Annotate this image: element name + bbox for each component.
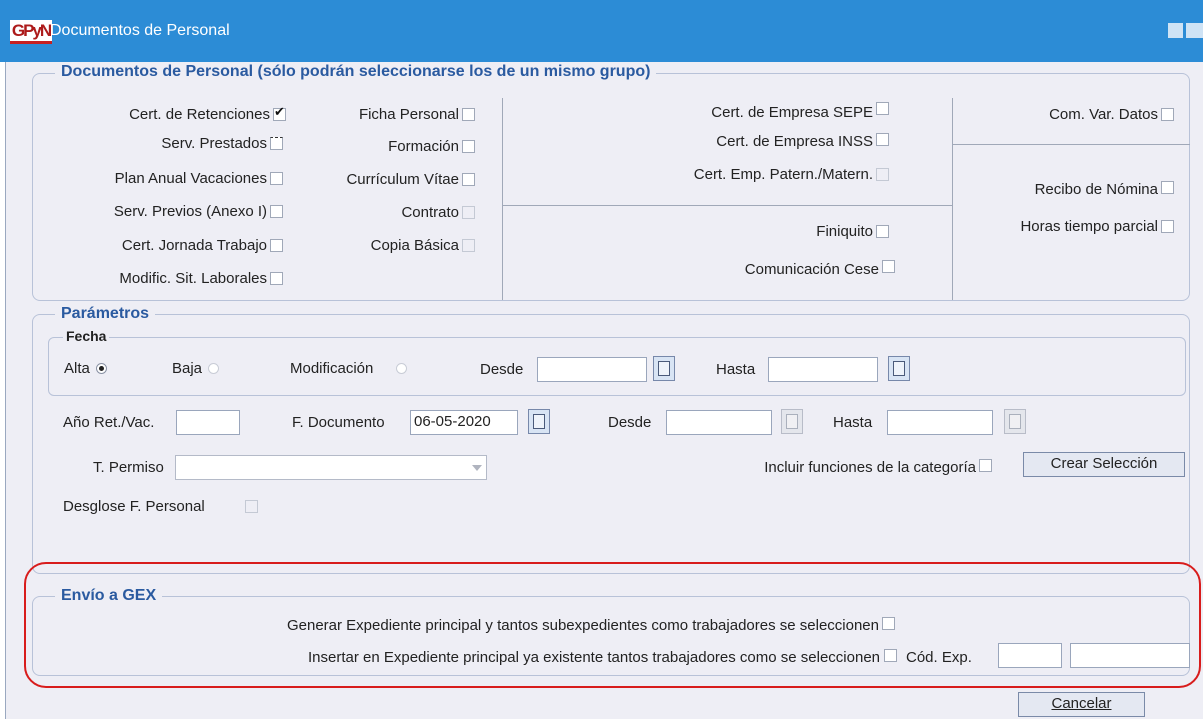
documents-legend: Documentos de Personal (sólo podrán sele… bbox=[55, 63, 657, 81]
fecha-hasta-input[interactable] bbox=[768, 357, 878, 382]
param-hasta-label: Hasta bbox=[833, 414, 873, 431]
doc-recibo-nomina-label: Recibo de Nómina bbox=[1034, 181, 1158, 198]
doc-cert-empresa-sepe-label: Cert. de Empresa SEPE bbox=[711, 104, 873, 121]
doc-serv-previos-checkbox[interactable] bbox=[270, 205, 283, 218]
fecha-legend: Fecha bbox=[63, 328, 110, 344]
app-logo: GPyN bbox=[10, 20, 52, 44]
doc-serv-prestados-label: Serv. Prestados bbox=[161, 135, 267, 152]
f-documento-calendar-icon[interactable] bbox=[528, 409, 550, 434]
doc-formacion-checkbox[interactable] bbox=[462, 140, 475, 153]
chevron-down-icon bbox=[472, 465, 482, 471]
doc-serv-prestados-checkbox[interactable] bbox=[270, 137, 283, 150]
fecha-hasta-label: Hasta bbox=[716, 361, 756, 378]
param-hasta-input[interactable] bbox=[887, 410, 993, 435]
fecha-desde-calendar-icon[interactable] bbox=[653, 356, 675, 381]
t-permiso-label: T. Permiso bbox=[93, 459, 164, 476]
desglose-label: Desglose F. Personal bbox=[63, 498, 205, 515]
doc-curriculum-checkbox[interactable] bbox=[462, 173, 475, 186]
param-desde-label: Desde bbox=[608, 414, 652, 431]
params-legend: Parámetros bbox=[55, 305, 156, 323]
highlight-annotation bbox=[24, 562, 1201, 688]
doc-cert-emp-patern-label: Cert. Emp. Patern./Matern. bbox=[693, 166, 873, 183]
fecha-desde-input[interactable] bbox=[537, 357, 647, 382]
f-documento-label: F. Documento bbox=[292, 414, 385, 431]
param-desde-calendar-icon[interactable] bbox=[781, 409, 803, 434]
divider bbox=[502, 205, 952, 206]
crear-seleccion-button[interactable]: Crear Selección bbox=[1023, 452, 1185, 477]
modificacion-radio[interactable] bbox=[396, 363, 407, 374]
window-title: Documentos de Personal bbox=[50, 22, 230, 39]
doc-cert-empresa-inss-label: Cert. de Empresa INSS bbox=[716, 133, 873, 150]
divider bbox=[952, 144, 1190, 145]
desglose-checkbox[interactable] bbox=[245, 500, 258, 513]
doc-contrato-checkbox[interactable] bbox=[462, 206, 475, 219]
doc-plan-anual-vacaciones-checkbox[interactable] bbox=[270, 172, 283, 185]
doc-cert-empresa-sepe-checkbox[interactable] bbox=[876, 102, 889, 115]
param-hasta-calendar-icon[interactable] bbox=[1004, 409, 1026, 434]
minimize-icon[interactable] bbox=[1168, 23, 1183, 38]
modificacion-label: Modificación bbox=[290, 360, 374, 377]
doc-cert-jornada-label: Cert. Jornada Trabajo bbox=[121, 237, 267, 254]
cancelar-button[interactable]: Cancelar bbox=[1018, 692, 1145, 717]
doc-cert-empresa-inss-checkbox[interactable] bbox=[876, 133, 889, 146]
ano-ret-vac-label: Año Ret./Vac. bbox=[63, 414, 155, 431]
incluir-funciones-checkbox[interactable] bbox=[979, 459, 992, 472]
f-documento-input[interactable]: 06-05-2020 bbox=[410, 410, 518, 435]
baja-radio[interactable] bbox=[208, 363, 219, 374]
doc-cert-jornada-checkbox[interactable] bbox=[270, 239, 283, 252]
fecha-hasta-calendar-icon[interactable] bbox=[888, 356, 910, 381]
ano-ret-vac-input[interactable] bbox=[176, 410, 240, 435]
doc-cert-retenciones-label: Cert. de Retenciones bbox=[129, 106, 270, 123]
incluir-funciones-label: Incluir funciones de la categoría bbox=[764, 459, 976, 476]
doc-plan-anual-vacaciones-label: Plan Anual Vacaciones bbox=[114, 170, 267, 187]
doc-ficha-personal-label: Ficha Personal bbox=[358, 106, 459, 123]
fecha-desde-label: Desde bbox=[480, 361, 524, 378]
doc-finiquito-checkbox[interactable] bbox=[876, 225, 889, 238]
doc-serv-previos-label: Serv. Previos (Anexo I) bbox=[113, 203, 267, 220]
doc-modific-sit-laborales-label: Modific. Sit. Laborales bbox=[119, 270, 267, 287]
doc-formacion-label: Formación bbox=[388, 138, 459, 155]
doc-ficha-personal-checkbox[interactable] bbox=[462, 108, 475, 121]
doc-cert-emp-patern-checkbox[interactable] bbox=[876, 168, 889, 181]
baja-label: Baja bbox=[172, 360, 203, 377]
alta-label: Alta bbox=[64, 360, 90, 377]
doc-copia-basica-checkbox[interactable] bbox=[462, 239, 475, 252]
t-permiso-select[interactable] bbox=[175, 455, 487, 480]
doc-horas-tiempo-parcial-checkbox[interactable] bbox=[1161, 220, 1174, 233]
divider bbox=[952, 98, 953, 300]
doc-modific-sit-laborales-checkbox[interactable] bbox=[270, 272, 283, 285]
alta-radio[interactable] bbox=[96, 363, 107, 374]
doc-comunicacion-cese-checkbox[interactable] bbox=[882, 260, 895, 273]
close-icon[interactable] bbox=[1186, 23, 1203, 38]
doc-contrato-label: Contrato bbox=[401, 204, 459, 221]
doc-horas-tiempo-parcial-label: Horas tiempo parcial bbox=[1020, 218, 1158, 235]
doc-recibo-nomina-checkbox[interactable] bbox=[1161, 181, 1174, 194]
doc-com-var-datos-label: Com. Var. Datos bbox=[1049, 106, 1158, 123]
doc-comunicacion-cese-label: Comunicación Cese bbox=[744, 261, 879, 278]
doc-cert-retenciones-checkbox[interactable] bbox=[273, 104, 286, 121]
doc-copia-basica-label: Copia Básica bbox=[370, 237, 459, 254]
divider bbox=[502, 98, 503, 300]
doc-com-var-datos-checkbox[interactable] bbox=[1161, 108, 1174, 121]
doc-curriculum-label: Currículum Vítae bbox=[346, 171, 459, 188]
param-desde-input[interactable] bbox=[666, 410, 772, 435]
doc-finiquito-label: Finiquito bbox=[816, 223, 873, 240]
